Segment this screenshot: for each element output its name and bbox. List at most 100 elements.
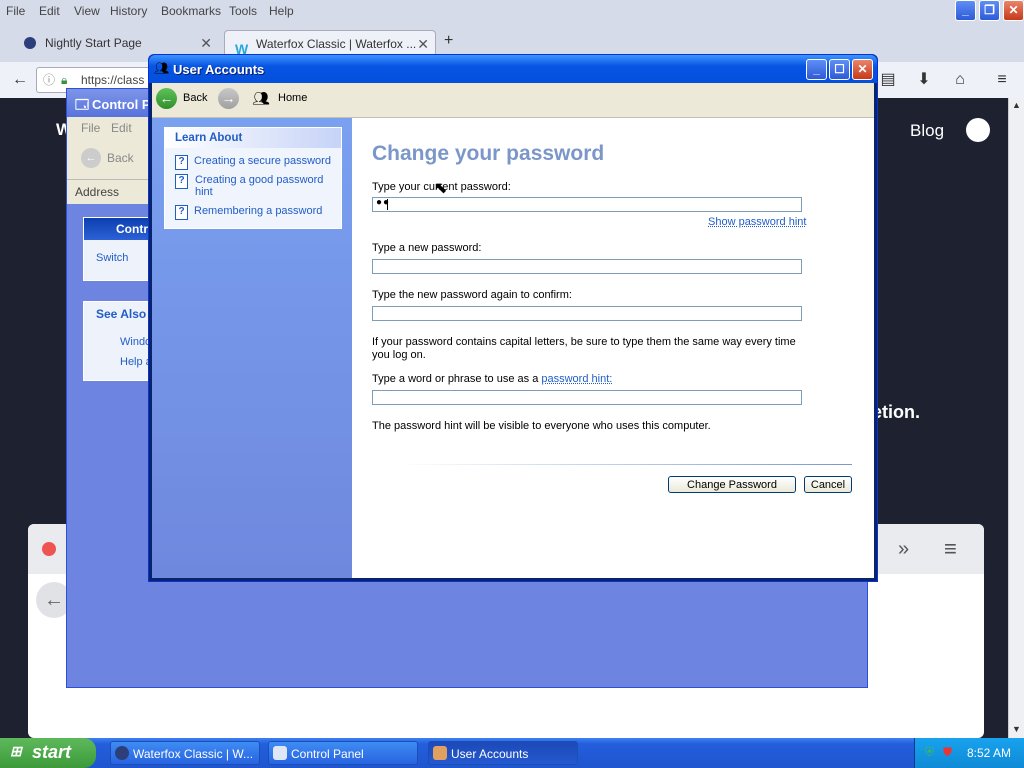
clock: 8:52 AM bbox=[967, 746, 1012, 760]
cp-panel-box: Contro Switch bbox=[83, 217, 156, 281]
learn-about-heading: Learn About bbox=[165, 128, 341, 148]
ua-home-label[interactable]: Home bbox=[278, 92, 307, 104]
menu-help[interactable]: Help bbox=[269, 4, 294, 18]
task-label: User Accounts bbox=[451, 747, 529, 761]
ua-title-text: User Accounts bbox=[173, 62, 265, 77]
home-users-icon[interactable]: 👥︎ bbox=[252, 90, 270, 107]
start-label: start bbox=[32, 742, 72, 762]
cp-back-label: Back bbox=[107, 151, 134, 165]
menu-view[interactable]: View bbox=[74, 4, 100, 18]
menu-tools[interactable]: Tools bbox=[229, 4, 257, 18]
task-control-panel[interactable]: Control Panel bbox=[268, 741, 418, 765]
confirm-password-label: Type the new password again to confirm: bbox=[372, 289, 572, 301]
show-password-hint-link[interactable]: Show password hint bbox=[708, 216, 806, 228]
task-waterfox[interactable]: Waterfox Classic | W... bbox=[110, 741, 260, 765]
learn-about-box: Learn About ? Creating a secure password … bbox=[164, 127, 342, 229]
task-label: Control Panel bbox=[291, 747, 364, 761]
browser-menubar: File Edit View History Bookmarks Tools H… bbox=[0, 0, 1024, 22]
taskbar: ⊞ start Waterfox Classic | W... Control … bbox=[0, 738, 1024, 768]
system-tray: ⛨ ⛊ 8:52 AM bbox=[914, 738, 1024, 768]
cp-windows-link[interactable]: Windo bbox=[120, 336, 151, 348]
scroll-down-icon[interactable]: ▼ bbox=[1012, 724, 1021, 734]
learn-item-secure-password[interactable]: ? Creating a secure password bbox=[175, 155, 335, 170]
control-panel-task-icon bbox=[273, 746, 287, 760]
hint-visibility-note: The password hint will be visible to eve… bbox=[372, 420, 711, 432]
menu-history[interactable]: History bbox=[110, 4, 147, 18]
cp-menu-file[interactable]: File bbox=[81, 121, 100, 135]
restore-button[interactable]: ❐ bbox=[979, 0, 1000, 21]
control-panel-icon: 🗔︎ bbox=[75, 97, 90, 112]
hint-label-text: Type a word or phrase to use as a bbox=[372, 373, 542, 385]
page-scrollbar[interactable]: ▲ ▼ bbox=[1008, 98, 1024, 738]
text-cursor bbox=[387, 199, 388, 210]
close-tab-icon[interactable]: ✕ bbox=[200, 30, 212, 56]
password-hint-field[interactable] bbox=[372, 390, 802, 405]
forward-icon[interactable]: → bbox=[218, 88, 239, 109]
password-hint-label: Type a word or phrase to use as a passwo… bbox=[372, 373, 612, 385]
waterfox-task-icon bbox=[115, 746, 129, 760]
new-password-field[interactable] bbox=[372, 259, 802, 274]
blog-link[interactable]: Blog bbox=[910, 121, 944, 141]
learn-item-label: Creating a secure password bbox=[194, 155, 331, 167]
github-icon[interactable] bbox=[966, 118, 990, 142]
cp-back-icon[interactable]: ← bbox=[81, 148, 101, 168]
menu-file[interactable]: File bbox=[6, 4, 25, 18]
password-hint-link[interactable]: password hint: bbox=[541, 373, 612, 385]
download-icon[interactable]: ⬇ bbox=[912, 68, 936, 92]
page-title: Change your password bbox=[372, 142, 605, 165]
confirm-password-field[interactable] bbox=[372, 306, 802, 321]
start-button[interactable]: ⊞ start bbox=[0, 738, 96, 768]
new-password-label: Type a new password: bbox=[372, 242, 482, 254]
network-icon[interactable]: ⛨ bbox=[925, 745, 934, 760]
back-icon[interactable]: ← bbox=[156, 88, 177, 109]
user-accounts-icon: 👥︎ bbox=[154, 61, 170, 75]
hamburger-menu-icon[interactable]: ≡ bbox=[990, 68, 1014, 92]
change-password-button[interactable]: Change Password bbox=[668, 476, 796, 493]
back-arrow-icon[interactable]: ← bbox=[8, 68, 32, 92]
cp-panel-head: Contro bbox=[84, 218, 156, 240]
ua-maximize-button[interactable]: ☐ bbox=[829, 59, 850, 80]
chevrons-icon: » bbox=[898, 538, 910, 560]
red-dot-icon bbox=[42, 542, 56, 556]
help-question-icon: ? bbox=[175, 174, 188, 189]
menu-edit[interactable]: Edit bbox=[39, 4, 60, 18]
cp-menu-edit[interactable]: Edit bbox=[111, 121, 132, 135]
cp-see-also-heading: See Also bbox=[96, 307, 147, 321]
ua-body: Learn About ? Creating a secure password … bbox=[152, 118, 874, 578]
help-question-icon: ? bbox=[175, 155, 188, 170]
cp-title-text: Control P bbox=[92, 97, 151, 112]
user-accounts-task-icon bbox=[433, 746, 447, 760]
security-shield-icon[interactable]: ⛊ bbox=[943, 745, 952, 760]
close-button[interactable]: ✕ bbox=[1003, 0, 1024, 21]
reader-icon[interactable]: ▤ bbox=[876, 68, 900, 92]
ua-close-button[interactable]: ✕ bbox=[852, 59, 873, 80]
home-icon[interactable]: ⌂ bbox=[948, 68, 972, 92]
scroll-up-icon[interactable]: ▲ bbox=[1012, 100, 1021, 110]
learn-about-title: Learn About bbox=[175, 132, 243, 144]
ua-titlebar[interactable]: 👥︎ User Accounts _ ☐ ✕ bbox=[149, 55, 877, 83]
web-headline: etion. bbox=[872, 402, 920, 422]
tab-label: Nightly Start Page bbox=[45, 36, 142, 50]
cp-panel-title: Contro bbox=[116, 222, 156, 236]
menu-bookmarks[interactable]: Bookmarks bbox=[161, 4, 221, 18]
user-accounts-window: 👥︎ User Accounts _ ☐ ✕ ← Back → 👥︎ Home … bbox=[148, 54, 878, 582]
new-tab-icon[interactable]: + bbox=[444, 32, 453, 50]
cancel-button[interactable]: Cancel bbox=[804, 476, 852, 493]
help-question-icon: ? bbox=[175, 205, 188, 220]
minimize-button[interactable]: _ bbox=[955, 0, 976, 21]
capital-letters-note: If your password contains capital letter… bbox=[372, 336, 796, 361]
learn-item-password-hint[interactable]: ? Creating a good password hint bbox=[175, 174, 335, 198]
learn-item-remembering[interactable]: ? Remembering a password bbox=[175, 205, 335, 220]
info-icon: ⓘ bbox=[43, 73, 56, 87]
cp-see-also-box: See Also Windo Help a bbox=[83, 301, 153, 381]
nightly-icon bbox=[24, 37, 36, 49]
windows-flag-icon: ⊞ bbox=[10, 743, 22, 759]
cp-address-label: Address bbox=[75, 185, 120, 199]
learn-item-label: Creating a good password hint bbox=[195, 174, 324, 198]
ua-toolbar: ← Back → 👥︎ Home bbox=[152, 83, 874, 118]
cp-switch-link[interactable]: Switch bbox=[96, 252, 128, 264]
ua-minimize-button[interactable]: _ bbox=[806, 59, 827, 80]
ua-back-label[interactable]: Back bbox=[183, 92, 207, 104]
current-password-field[interactable]: ●● bbox=[372, 197, 802, 212]
task-user-accounts[interactable]: User Accounts bbox=[428, 741, 578, 765]
